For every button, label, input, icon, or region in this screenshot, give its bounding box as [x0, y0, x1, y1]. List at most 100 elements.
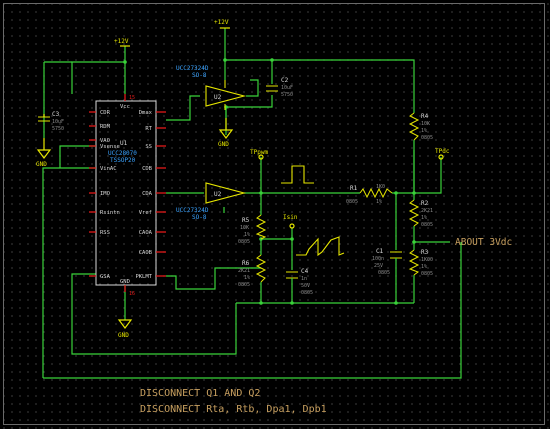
c1-value: 100n: [372, 256, 384, 262]
r5-tol: 1%: [244, 232, 250, 238]
wires: [42, 28, 462, 379]
resistor-r2[interactable]: R2 2K21 1% 0805: [408, 199, 433, 228]
junction: [290, 237, 294, 241]
c1-ref: C1: [376, 248, 384, 255]
r6-tol: 1%: [244, 275, 250, 281]
wire-tpdc: [414, 157, 442, 194]
ground-u2-top: GND: [218, 118, 234, 148]
schematic-drawing: CDRRDMVAOVsenseVinACIMORsintnRSSGSA Dmax…: [36, 19, 512, 415]
r1-ref: R1: [350, 185, 358, 192]
u1-controller[interactable]: CDRRDMVAOVsenseVinACIMORsintnRSSGSA Dmax…: [89, 94, 166, 297]
supply-12v-left: +12V: [114, 38, 130, 47]
junction: [412, 240, 416, 244]
resistor-r1[interactable]: R1 1K0 1% 0805: [346, 184, 393, 205]
u1-vcc-pin-number: 15: [129, 95, 135, 101]
u1-pin-caoa-label: CAOA: [139, 230, 153, 236]
junction: [123, 60, 127, 64]
c3-ref: C3: [52, 111, 60, 118]
note-line-2: DISCONNECT Rta, Rtb, Dpa1, Dpb1: [140, 404, 327, 415]
u2-top-package: SO-8: [192, 72, 207, 79]
isin-waveform: [296, 236, 345, 257]
schematic-canvas[interactable]: CDR RDM VAO Vsense VinAC IMO Rsintn RSS GSA Dmax…: [0, 0, 550, 429]
capacitor-c2[interactable]: C2 10uF 5750: [266, 77, 293, 98]
u1-pin-imo-label: IMO: [100, 191, 110, 197]
r2-ref: R2: [421, 200, 429, 207]
capacitor-c4[interactable]: C4 1n 50V 0805: [286, 268, 313, 296]
r3-tol: 1%: [421, 264, 427, 270]
u1-pin-rdm-label: RDM: [100, 124, 111, 130]
ground-c3: GND: [36, 138, 52, 168]
c4-value: 1n: [301, 276, 307, 282]
c3-value: 10uF: [52, 119, 64, 125]
u1-pin-cdb-label: CDB: [142, 166, 153, 172]
wire-r1-out: [392, 150, 415, 194]
wire-12v-left: [71, 46, 126, 94]
r4-value: 10K: [421, 121, 430, 127]
junction: [259, 191, 263, 195]
u2-bottom-ref: U2: [214, 191, 222, 198]
u1-pin-cda-label: CDA: [142, 191, 153, 197]
u1-pin-rsintn-label: Rsintn: [100, 210, 120, 216]
resistor-r3[interactable]: R3 1K00 1% 0805: [408, 249, 433, 277]
junction: [412, 191, 416, 195]
r3-size: 0805: [421, 271, 433, 277]
u2-top-ref: U2: [214, 94, 222, 101]
testpoint-isin[interactable]: Isin: [283, 214, 298, 229]
wire-r3-u1: [71, 273, 237, 355]
u2-driver-top[interactable]: U2 UCC27324D SO-8: [176, 65, 247, 110]
junction: [394, 191, 398, 195]
junction: [223, 58, 227, 62]
wire-u2top-in: [166, 95, 200, 121]
tppwm-label: TPpwm: [250, 149, 268, 156]
ground-u1: GND: [117, 319, 133, 339]
testpoint-dc[interactable]: TPdc: [435, 148, 450, 160]
junctions: [123, 58, 416, 305]
u2-bottom-package: SO-8: [192, 214, 207, 221]
r6-ref: R6: [242, 260, 250, 267]
supply-label: +12V: [214, 19, 229, 26]
c2-size: 5750: [281, 92, 293, 98]
about-3vdc-net: ABOUT 3Vdc: [455, 237, 512, 248]
wire-u2top-out: [246, 79, 259, 97]
capacitor-c1[interactable]: C1 100n 25V 0805: [372, 248, 402, 276]
u1-package: TSSOP20: [110, 157, 136, 164]
testpoint-pwm[interactable]: TPpwm: [250, 149, 268, 160]
c4-ref: C4: [301, 268, 309, 275]
r3-ref: R3: [421, 249, 429, 256]
u1-ref: U1: [120, 140, 128, 147]
u1-pin-dmax-label: Dmax: [139, 110, 153, 116]
c4-size: 0805: [301, 290, 313, 296]
wire-vsense: [59, 145, 96, 168]
wire-u2bot-out: [244, 165, 262, 194]
wire-isin: [261, 228, 293, 240]
u1-part-number: UCC28070: [108, 150, 137, 157]
u2-top-triangle: [205, 85, 247, 107]
capacitor-c3[interactable]: C3 10uF 5750: [38, 111, 64, 132]
supply-label: +12V: [114, 38, 129, 45]
ground-label: GND: [36, 161, 47, 168]
r1-value: 1K0: [376, 184, 385, 190]
tpdc-label: TPdc: [435, 148, 450, 155]
supply-12v-top: +12V: [214, 19, 230, 29]
r4-tol: 1%: [421, 128, 427, 134]
u1-pin-caob-label: CAOB: [139, 250, 153, 256]
c3-size: 5750: [52, 126, 64, 132]
r2-tol: 1%: [421, 215, 427, 221]
r2-size: 0805: [421, 222, 433, 228]
u1-right-pins: Dmax RT SS CDB CDA Vref CAOA CAOB PKLMT: [135, 110, 166, 280]
r5-value: 10K: [240, 225, 249, 231]
resistor-r4[interactable]: R4 10K 1% 0805: [408, 112, 433, 141]
r1-size: 0805: [346, 199, 358, 205]
u1-pin-cdr-label: CDR: [100, 110, 111, 116]
wire-outer-loop: [42, 167, 96, 378]
c2-ref: C2: [281, 77, 289, 84]
u1-gnd-pin-number: 16: [129, 291, 135, 297]
notes: DISCONNECT Q1 AND Q2 DISCONNECT Rta, Rtb…: [140, 388, 327, 415]
r1-tol: 1%: [376, 199, 382, 205]
c2-value: 10uF: [281, 85, 293, 91]
u2-driver-bottom[interactable]: U2 UCC27324D SO-8: [176, 182, 247, 221]
u1-pin-gsa-label: GSA: [100, 274, 111, 280]
pwm-waveform: [281, 165, 314, 184]
r6-value: 2K21: [238, 268, 250, 274]
r5-size: 0805: [238, 239, 250, 245]
